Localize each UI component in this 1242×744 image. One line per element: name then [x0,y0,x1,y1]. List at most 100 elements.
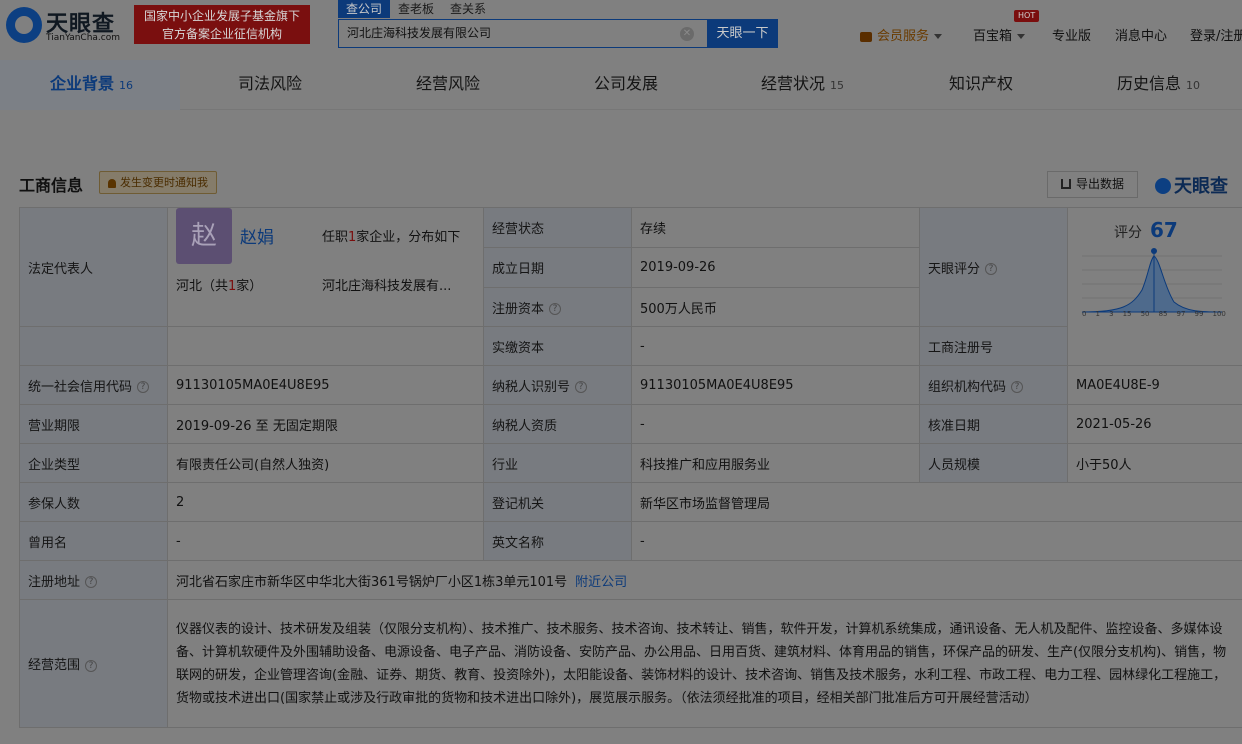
type-value: 有限责任公司(自然人独资) [167,443,484,483]
tab-operation-status[interactable]: 经营状况 15 [761,60,844,110]
address-value: 河北省石家庄市新华区中华北大街361号锅炉厂小区1栋3单元101号 [176,574,568,590]
tab-legal-risk[interactable]: 司法风险 [238,60,302,110]
authority-value: 新华区市场监督管理局 [631,482,1242,522]
tab-count: 10 [1186,79,1201,92]
score-title: 评分 [1114,225,1142,241]
approved-value: 2021-05-26 [1067,404,1242,444]
company-tabs: 企业背景 16 司法风险 经营风险 公司发展 经营状况 15 知识产权 历史信息 10 [0,60,1242,110]
tab-history[interactable]: 历史信息 10 [1117,60,1200,110]
help-icon[interactable]: ? [985,263,998,275]
search-type-tabs: 查公司 查老板 查关系 [338,0,494,18]
help-icon[interactable]: ? [549,303,562,315]
tab-company-background[interactable]: 企业背景 16 [0,60,180,110]
score-tick: 97 [1176,310,1186,318]
score-tick: 0 [1082,310,1087,318]
tab-count: 16 [119,79,134,92]
score-widget[interactable]: 评分 67 0 1 3 15 50 85 97 99 100 [1069,209,1242,365]
score-tick: 3 [1109,310,1114,318]
tab-label: 司法风险 [238,74,303,93]
treasure-menu[interactable]: 百宝箱 [973,25,1026,44]
crown-icon [860,31,872,42]
help-icon[interactable]: ? [85,576,98,588]
term-label: 营业期限 [19,404,168,444]
brand-text: 天眼查 [1174,176,1228,197]
status-value: 存续 [631,207,920,248]
brand-watermark: 天眼查 [1155,172,1228,198]
address-label: 注册地址 [28,574,81,590]
tab-search-company[interactable]: 查公司 [338,0,391,18]
staff-value: 小于50人 [1067,443,1242,483]
taxpayer-id-value: 91130105MA0E4U8E95 [631,365,920,405]
reg-capital-value: 500万人民币 [631,287,920,327]
login-link[interactable]: 登录/注册 [1190,25,1242,44]
credit-code-value: 91130105MA0E4U8E95 [167,365,484,405]
former-name-value: - [167,521,484,561]
staff-label: 人员规模 [919,443,1068,483]
search-input[interactable]: 河北庄海科技发展有限公司 [338,19,708,48]
vip-service-menu[interactable]: 会员服务 [860,25,943,44]
industry-label: 行业 [483,443,632,483]
tab-label: 公司发展 [594,74,659,93]
paid-capital-value: - [631,326,920,366]
tab-business-risk[interactable]: 经营风险 [416,60,480,110]
taxpayer-qual-value: - [631,404,920,444]
org-code-label-cell: 组织机构代码? [919,365,1068,405]
legal-rep-cell: 赵 赵娟 任职1家企业，分布如下 河北（共1家） 河北庄海科技发展有... [167,207,484,327]
serving-suffix: 家企业，分布如下 [356,230,461,245]
official-badge[interactable]: 国家中小企业发展子基金旗下 官方备案企业征信机构 [134,5,310,44]
chevron-down-icon [1017,34,1026,39]
english-name-label: 英文名称 [483,521,632,561]
taxpayer-qual-label: 纳税人资质 [483,404,632,444]
taxpayer-id-label-cell: 纳税人识别号? [483,365,632,405]
legal-rep-company[interactable]: 河北庄海科技发展有... [322,275,451,294]
download-icon [1060,179,1071,189]
treasure-label: 百宝箱 [973,29,1013,44]
industry-value: 科技推广和应用服务业 [631,443,920,483]
help-icon[interactable]: ? [85,659,98,672]
notify-change-button[interactable]: 发生变更时通知我 [99,171,217,194]
founded-label: 成立日期 [483,247,632,288]
message-center-link[interactable]: 消息中心 [1115,25,1167,44]
insured-label: 参保人数 [19,482,168,522]
score-tick: 15 [1122,310,1132,318]
score-tick: 99 [1194,310,1204,318]
tab-search-relation[interactable]: 查关系 [442,0,494,18]
pro-version-link[interactable]: 专业版 [1052,25,1091,44]
tab-search-boss[interactable]: 查老板 [390,0,442,18]
score-distribution-chart [1082,248,1223,313]
legal-rep-region: 河北（共1家） [176,275,262,294]
tab-company-development[interactable]: 公司发展 [594,60,658,110]
tab-intellectual-property[interactable]: 知识产权 [949,60,1013,110]
former-name-label: 曾用名 [19,521,168,561]
scope-label: 经营范围 [28,658,81,673]
search-button[interactable]: 天眼一下 [707,19,778,48]
legal-rep-name[interactable]: 赵娟 [240,223,274,248]
credit-code-label-cell: 统一社会信用代码? [19,365,168,405]
tab-label: 企业背景 [50,74,115,93]
clear-icon[interactable]: ✕ [680,27,694,41]
tianyancha-logo[interactable]: 天眼查 TianYanCha.com [6,5,128,47]
section-title: 工商信息 [19,176,84,195]
score-tick: 100 [1212,310,1226,318]
english-name-value: - [631,521,1242,561]
founded-value: 2019-09-26 [631,247,920,288]
help-icon[interactable]: ? [137,381,150,393]
nearby-companies-link[interactable]: 附近公司 [575,575,627,590]
hot-badge: HOT [1014,10,1040,22]
reg-capital-label-cell: 注册资本? [483,287,632,327]
export-data-button[interactable]: 导出数据 [1047,171,1138,198]
org-code-label: 组织机构代码 [928,379,1007,395]
scope-label-cell: 经营范围? [19,599,168,728]
badge-line-2: 官方备案企业征信机构 [161,27,282,41]
help-icon[interactable]: ? [575,381,588,393]
credit-code-label: 统一社会信用代码 [28,379,133,395]
top-header: 天眼查 TianYanCha.com 国家中小企业发展子基金旗下 官方备案企业征… [0,0,1242,60]
avatar[interactable]: 赵 [176,208,232,264]
score-label-cell: 天眼评分? [919,207,1068,327]
vip-label: 会员服务 [877,29,930,44]
tab-label: 经营状况 [761,74,826,93]
help-icon[interactable]: ? [1011,381,1024,393]
score-cell: 评分 67 0 1 3 15 50 85 97 99 100 [1067,207,1242,366]
tab-label: 知识产权 [949,74,1014,93]
scope-value: 仪器仪表的设计、技术研发及组装（仅限分支机构）、技术推广、技术服务、技术咨询、技… [167,599,1242,728]
